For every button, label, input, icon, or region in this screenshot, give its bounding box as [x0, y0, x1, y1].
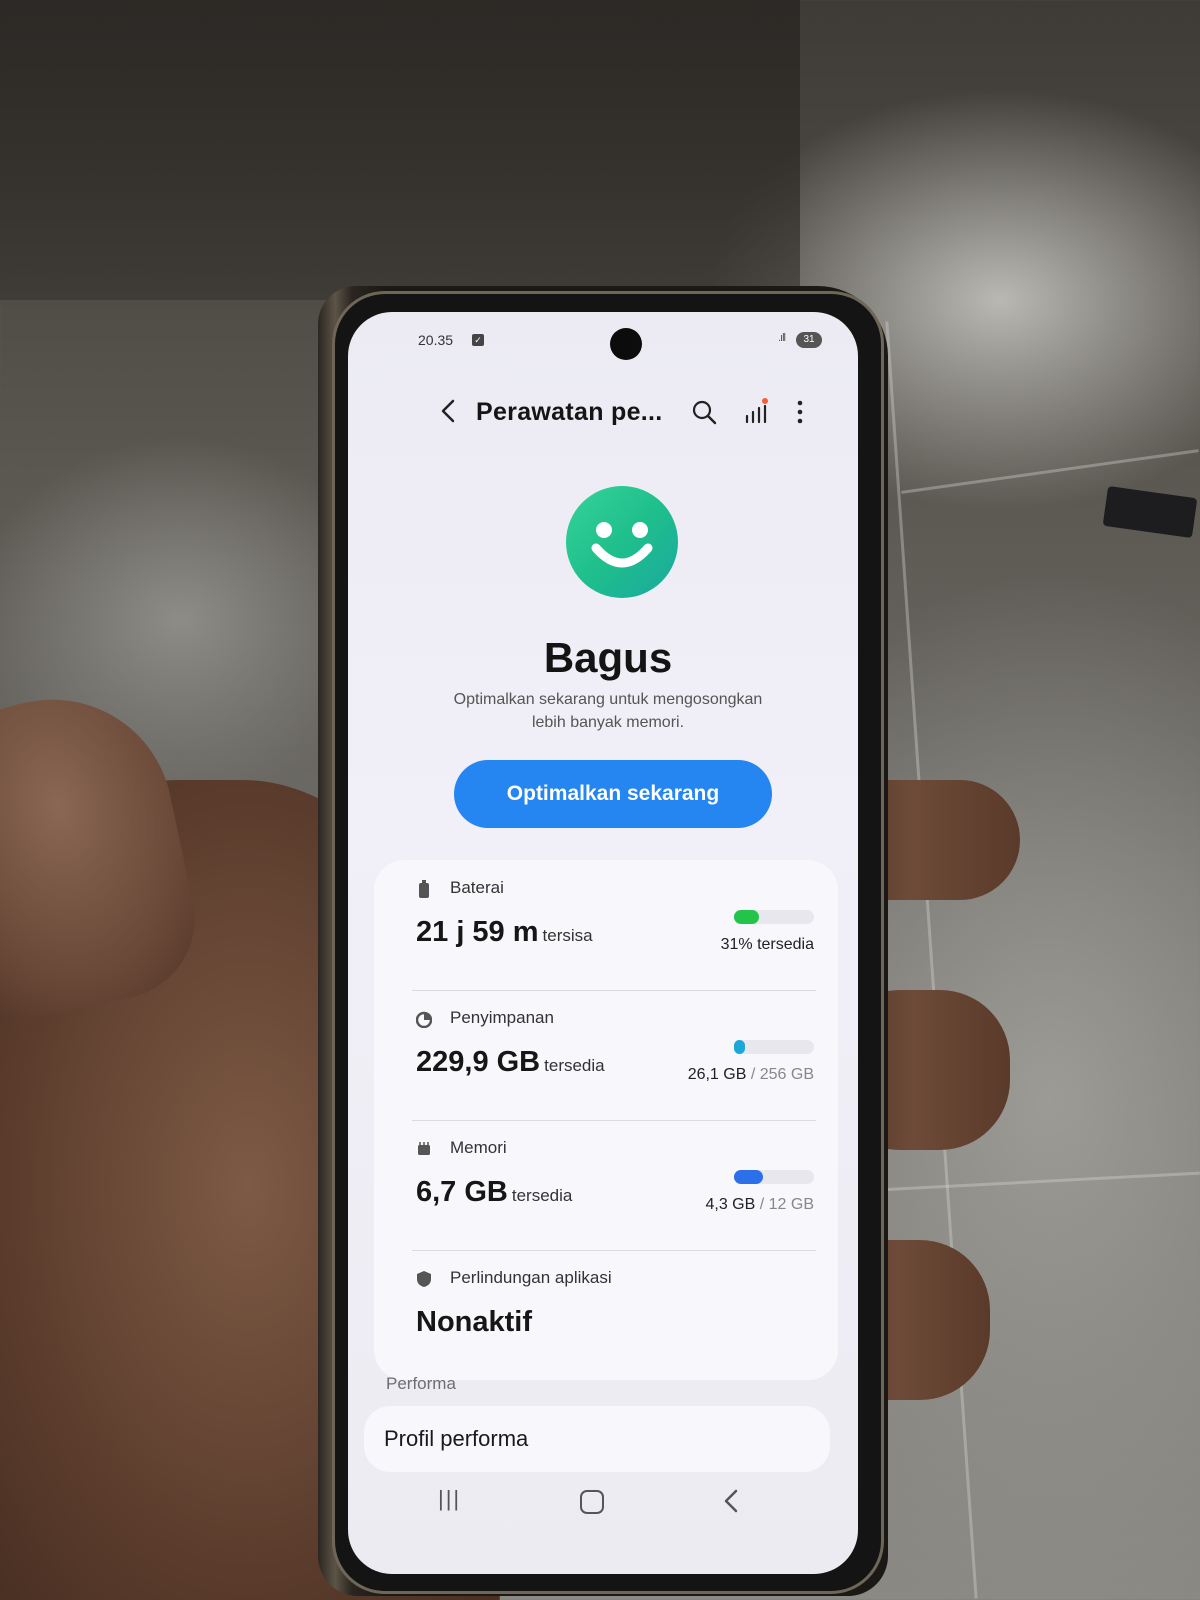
floor-tile-line — [885, 321, 978, 1599]
status-description: Optimalkan sekarang untuk mengosongkan l… — [453, 691, 763, 731]
memory-used: 4,3 GB — [705, 1196, 756, 1213]
device-status: Bagus — [543, 634, 673, 681]
nav-back-icon[interactable] — [720, 1488, 744, 1514]
battery-bar-fill — [734, 910, 759, 924]
notification-icon: ✓ — [472, 334, 484, 346]
storage-label: Penyimpanan — [450, 1008, 554, 1027]
more-icon[interactable] — [790, 398, 810, 426]
storage-detail: 26,1 GB / 256 GB — [688, 1066, 814, 1084]
navigation-bar: ||| — [348, 1478, 858, 1538]
home-icon[interactable] — [580, 1490, 604, 1514]
stats-icon[interactable] — [742, 398, 770, 426]
app-protection-label: Perlindungan aplikasi — [450, 1268, 612, 1287]
battery-percent: 31% tersedia — [720, 936, 814, 953]
storage-item[interactable]: Penyimpanan 229,9 GB tersedia 26,1 GB / 2… — [374, 990, 838, 1120]
app-protection-item[interactable]: Perlindungan aplikasi Nonaktif — [374, 1250, 838, 1380]
memory-free: 6,7 GB — [416, 1176, 508, 1208]
storage-bar-fill — [734, 1040, 746, 1054]
memory-chip-icon — [418, 1142, 430, 1155]
page-title: Perawatan pe... — [476, 398, 663, 426]
floor-tile-line — [901, 449, 1199, 494]
shield-icon — [417, 1271, 431, 1287]
battery-value: 21 j 59 m tersisa — [416, 916, 593, 949]
battery-label: Baterai — [450, 878, 504, 897]
battery-item[interactable]: Baterai 21 j 59 m tersisa 31% tersedia — [374, 860, 838, 990]
memory-value: 6,7 GB tersedia — [416, 1176, 572, 1209]
phone-screen: 20.35 ✓ .ıll 31 Perawatan pe... Bagus Op… — [348, 312, 858, 1574]
memory-bar-fill — [734, 1170, 763, 1184]
top-app-bar: Perawatan pe... — [348, 392, 858, 436]
status-card: Baterai 21 j 59 m tersisa 31% tersedia Pe… — [374, 860, 838, 1380]
battery-icon — [419, 880, 429, 898]
optimize-now-button[interactable]: Optimalkan sekarang — [454, 760, 772, 828]
memory-item[interactable]: Memori 6,7 GB tersedia 4,3 GB / 12 GB — [374, 1120, 838, 1250]
battery-time: 21 j 59 m — [416, 916, 539, 948]
storage-value: 229,9 GB tersedia — [416, 1046, 605, 1079]
signal-icon: .ıll — [778, 332, 786, 344]
section-title-performance: Performa — [386, 1374, 456, 1393]
storage-used: 26,1 GB — [687, 1066, 747, 1083]
storage-pie-icon — [416, 1011, 432, 1028]
performance-profile-label: Profil performa — [384, 1426, 529, 1451]
background-shadow — [0, 0, 800, 300]
search-icon[interactable] — [690, 398, 718, 426]
memory-total: / 12 GB — [759, 1196, 814, 1213]
storage-suffix: tersedia — [544, 1056, 605, 1075]
battery-detail: 31% tersedia — [721, 936, 814, 954]
battery-suffix: tersisa — [542, 926, 593, 945]
battery-bar — [734, 910, 814, 924]
memory-suffix: tersedia — [511, 1186, 573, 1205]
battery-icon: 31 — [796, 332, 822, 348]
performance-profile-row[interactable]: Profil performa — [364, 1406, 830, 1472]
floor-tile-line — [880, 1171, 1200, 1192]
memory-bar — [734, 1170, 814, 1184]
back-icon[interactable] — [434, 396, 464, 426]
front-camera — [610, 328, 642, 360]
storage-bar — [734, 1040, 814, 1054]
storage-total: / 256 GB — [750, 1066, 814, 1083]
status-time: 20.35 — [418, 332, 454, 348]
memory-detail: 4,3 GB / 12 GB — [705, 1196, 814, 1214]
app-protection-value: Nonaktif — [416, 1306, 532, 1338]
recents-icon[interactable]: ||| — [438, 1486, 461, 1512]
memory-label: Memori — [450, 1138, 507, 1157]
smiley-icon — [566, 486, 678, 598]
floor-object — [1102, 485, 1198, 539]
storage-free: 229,9 GB — [416, 1046, 541, 1078]
